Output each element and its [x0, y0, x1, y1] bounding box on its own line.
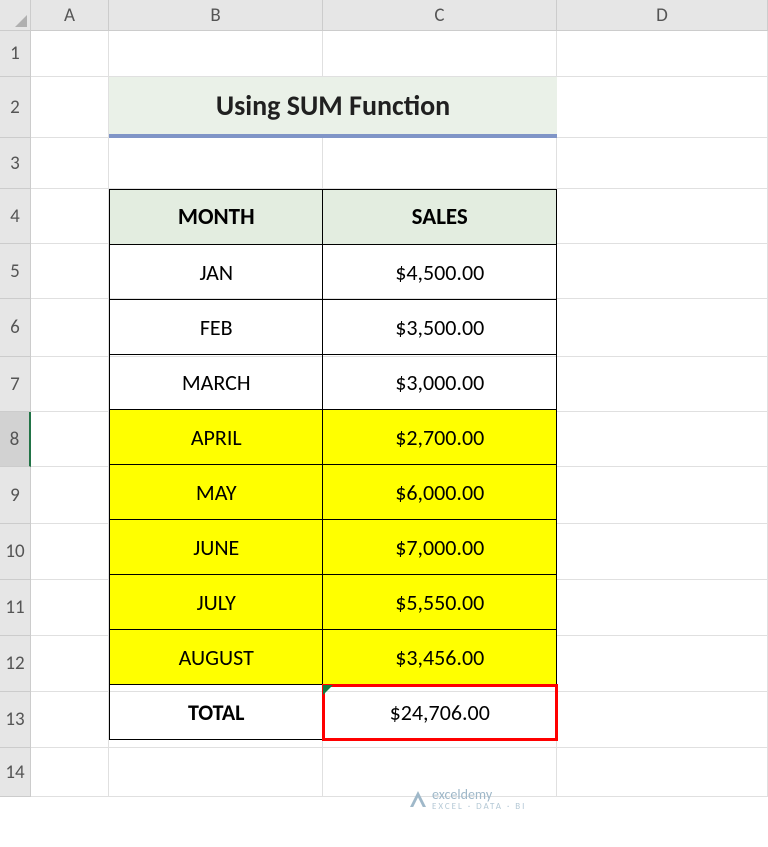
col-header-a[interactable]: A	[31, 0, 109, 31]
sales-cell[interactable]: $4,500.00	[323, 245, 557, 300]
total-label[interactable]: TOTAL	[110, 685, 323, 740]
month-cell[interactable]: AUGUST	[110, 630, 323, 685]
cell[interactable]	[31, 189, 109, 244]
cell[interactable]	[31, 244, 109, 299]
row-header-5[interactable]: 5	[0, 244, 31, 299]
table-row: MARCH $3,000.00	[110, 355, 557, 410]
cell[interactable]	[31, 524, 109, 580]
cell[interactable]	[557, 412, 768, 467]
month-cell[interactable]: JAN	[110, 245, 323, 300]
row-header-12[interactable]: 12	[0, 636, 31, 692]
cell[interactable]	[31, 412, 109, 467]
month-cell[interactable]: MARCH	[110, 355, 323, 410]
month-cell[interactable]: MAY	[110, 465, 323, 520]
cell[interactable]	[109, 748, 323, 797]
sales-cell[interactable]: $2,700.00	[323, 410, 557, 465]
month-cell[interactable]: FEB	[110, 300, 323, 355]
row-headers: 1 2 3 4 5 6 7 8 9 10 11 12 13 14	[0, 31, 31, 797]
sales-cell[interactable]: $5,550.00	[323, 575, 557, 630]
header-month[interactable]: MONTH	[110, 190, 323, 245]
month-cell[interactable]: JULY	[110, 575, 323, 630]
cell[interactable]	[31, 357, 109, 412]
select-all-corner[interactable]	[0, 0, 31, 31]
cell[interactable]	[557, 692, 768, 748]
cell[interactable]	[31, 692, 109, 748]
page-title[interactable]: Using SUM Function	[109, 77, 557, 138]
cell[interactable]	[31, 580, 109, 636]
row-header-9[interactable]: 9	[0, 467, 31, 524]
cell[interactable]	[109, 138, 323, 189]
cell[interactable]	[557, 299, 768, 357]
cell[interactable]	[557, 244, 768, 299]
sales-table: MONTH SALES JAN $4,500.00 FEB $3,500.00 …	[109, 189, 557, 740]
row-header-3[interactable]: 3	[0, 138, 31, 189]
cell[interactable]	[557, 77, 768, 138]
watermark-logo-icon	[410, 791, 426, 807]
col-header-c[interactable]: C	[323, 0, 557, 31]
cell[interactable]	[557, 189, 768, 244]
row-header-14[interactable]: 14	[0, 748, 31, 797]
cell[interactable]	[31, 748, 109, 797]
sales-cell[interactable]: $7,000.00	[323, 520, 557, 575]
cell[interactable]	[31, 299, 109, 357]
cell[interactable]	[323, 31, 557, 77]
table-row: MAY $6,000.00	[110, 465, 557, 520]
watermark: exceldemy EXCEL · DATA · BI	[410, 786, 526, 812]
table-row: FEB $3,500.00	[110, 300, 557, 355]
cell[interactable]	[557, 580, 768, 636]
cell[interactable]	[557, 31, 768, 77]
month-cell[interactable]: APRIL	[110, 410, 323, 465]
col-header-b[interactable]: B	[109, 0, 323, 31]
row-header-1[interactable]: 1	[0, 31, 31, 77]
sales-cell[interactable]: $3,500.00	[323, 300, 557, 355]
table-row: AUGUST $3,456.00	[110, 630, 557, 685]
table-row: JUNE $7,000.00	[110, 520, 557, 575]
col-header-d[interactable]: D	[557, 0, 768, 31]
cell[interactable]	[31, 636, 109, 692]
cell[interactable]	[557, 357, 768, 412]
row-header-13[interactable]: 13	[0, 692, 31, 748]
watermark-tag: EXCEL · DATA · BI	[432, 801, 526, 812]
row-header-10[interactable]: 10	[0, 524, 31, 580]
column-headers: A B C D	[31, 0, 768, 31]
cell[interactable]	[31, 467, 109, 524]
cell[interactable]	[557, 636, 768, 692]
cell[interactable]	[323, 138, 557, 189]
row-header-2[interactable]: 2	[0, 77, 31, 138]
table-row: JULY $5,550.00	[110, 575, 557, 630]
row-header-7[interactable]: 7	[0, 357, 31, 412]
cell[interactable]	[557, 524, 768, 580]
spreadsheet: A B C D 1 2 3 4 5 6 7 8 9 10 11 12 13 14…	[0, 0, 768, 847]
sales-cell[interactable]: $6,000.00	[323, 465, 557, 520]
cell[interactable]	[557, 467, 768, 524]
cell[interactable]	[557, 748, 768, 797]
header-sales[interactable]: SALES	[323, 190, 557, 245]
row-header-6[interactable]: 6	[0, 299, 31, 357]
row-header-8[interactable]: 8	[0, 412, 31, 467]
total-value[interactable]: $24,706.00	[323, 685, 557, 740]
sales-cell[interactable]: $3,456.00	[323, 630, 557, 685]
month-cell[interactable]: JUNE	[110, 520, 323, 575]
sales-cell[interactable]: $3,000.00	[323, 355, 557, 410]
table-row: APRIL $2,700.00	[110, 410, 557, 465]
row-header-11[interactable]: 11	[0, 580, 31, 636]
cell[interactable]	[31, 138, 109, 189]
total-row: TOTAL $24,706.00	[110, 685, 557, 740]
cell[interactable]	[31, 31, 109, 77]
table-row: JAN $4,500.00	[110, 245, 557, 300]
cell[interactable]	[31, 77, 109, 138]
cell[interactable]	[109, 31, 323, 77]
row-header-4[interactable]: 4	[0, 189, 31, 244]
cell[interactable]	[557, 138, 768, 189]
